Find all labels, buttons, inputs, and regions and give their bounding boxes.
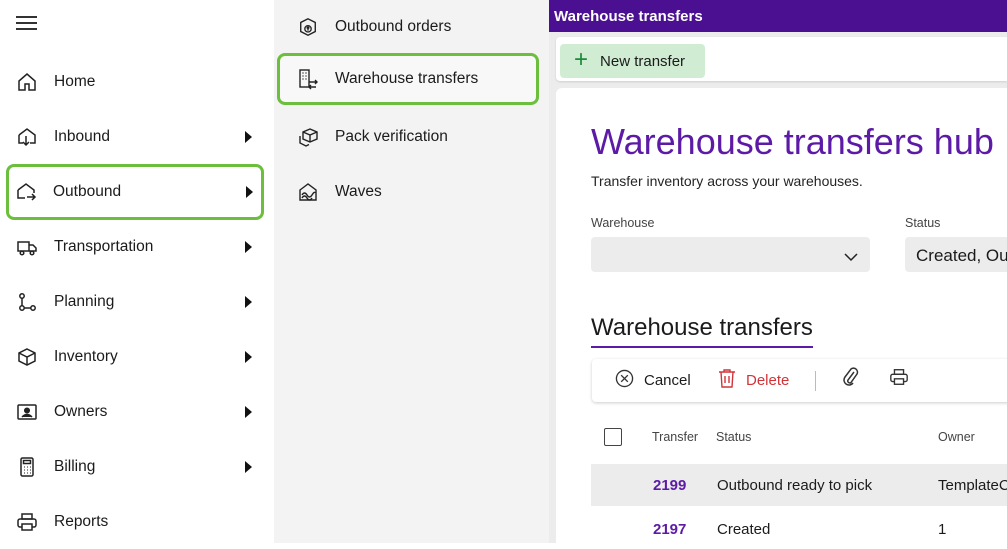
toolbar-divider [815, 371, 816, 391]
new-transfer-label: New transfer [600, 52, 686, 70]
sub-navigation: Outbound orders Warehouse transfers Pack… [274, 0, 549, 543]
status-dropdown-value: Created, Ou [916, 246, 1007, 265]
delete-label: Delete [746, 372, 790, 389]
cancel-label: Cancel [644, 372, 691, 389]
waves-icon [286, 181, 330, 203]
subnav-item-label: Waves [335, 183, 382, 200]
caret-right-icon [245, 241, 252, 253]
transfer-id-link[interactable]: 2199 [653, 477, 686, 494]
planning-icon [10, 291, 44, 313]
cancel-circle-icon [615, 369, 634, 393]
column-header-transfer[interactable]: Transfer [652, 430, 698, 444]
nav-item-label: Owners [54, 403, 108, 420]
nav-item-reports[interactable]: Reports [10, 498, 260, 546]
nav-item-label: Inventory [54, 348, 118, 365]
box-icon [10, 346, 44, 368]
building-transfer-icon [286, 68, 330, 90]
nav-item-label: Outbound [53, 183, 122, 200]
chevron-down-icon [844, 249, 858, 267]
print-button[interactable] [889, 358, 909, 401]
contact-card-icon [10, 401, 44, 423]
attach-button[interactable] [842, 358, 860, 401]
outbound-icon [9, 181, 43, 203]
nav-item-outbound[interactable]: Outbound [6, 164, 264, 220]
table-row[interactable]: 2199 Outbound ready to pick TemplateC [591, 464, 1007, 506]
print-icon [10, 511, 44, 533]
caret-right-icon [245, 131, 252, 143]
nav-item-label: Inbound [54, 128, 111, 145]
nav-item-home[interactable]: Home [10, 58, 260, 106]
page-subtitle: Transfer inventory across your warehouse… [591, 173, 863, 189]
nav-item-transportation[interactable]: Transportation [10, 223, 260, 271]
status-filter-label: Status [905, 216, 941, 230]
caret-right-icon [245, 406, 252, 418]
owner-cell: 1 [938, 521, 947, 538]
new-transfer-button[interactable]: + New transfer [560, 44, 705, 78]
owner-cell: TemplateC [938, 477, 1007, 494]
subnav-item-pack-verification[interactable]: Pack verification [280, 114, 538, 160]
nav-item-label: Home [54, 73, 96, 90]
truck-icon [10, 236, 44, 258]
nav-item-billing[interactable]: Billing [10, 443, 260, 491]
column-header-status[interactable]: Status [716, 430, 751, 444]
plus-icon: + [574, 45, 589, 73]
paperclip-icon [842, 367, 860, 392]
status-cell: Outbound ready to pick [717, 477, 873, 494]
nav-item-owners[interactable]: Owners [10, 388, 260, 436]
nav-item-label: Reports [54, 513, 109, 530]
nav-item-inventory[interactable]: Inventory [10, 333, 260, 381]
status-cell: Created [717, 521, 771, 538]
nav-item-inbound[interactable]: Inbound [10, 113, 260, 161]
inbound-icon [10, 126, 44, 148]
select-all-checkbox[interactable] [604, 428, 622, 446]
warehouse-dropdown[interactable] [591, 237, 870, 272]
home-icon [10, 71, 44, 93]
print-icon [889, 367, 909, 392]
subnav-item-label: Pack verification [335, 128, 448, 145]
subnav-item-label: Warehouse transfers [335, 70, 479, 87]
page-title: Warehouse transfers hub [591, 121, 994, 162]
caret-right-icon [245, 296, 252, 308]
caret-right-icon [245, 461, 252, 473]
subnav-item-label: Outbound orders [335, 18, 452, 35]
column-header-owner[interactable]: Owner [938, 430, 975, 444]
status-dropdown[interactable]: Created, Ou [905, 237, 1007, 272]
subnav-item-outbound-orders[interactable]: Outbound orders [280, 4, 538, 50]
section-title: Warehouse transfers [591, 314, 813, 348]
page-header-bar: Warehouse transfers [549, 0, 1007, 32]
warehouse-filter-label: Warehouse [591, 216, 655, 230]
cancel-button[interactable]: Cancel [615, 359, 691, 402]
package-upload-icon [286, 17, 330, 37]
hamburger-menu-icon[interactable] [16, 13, 38, 33]
nav-item-label: Planning [54, 293, 115, 310]
caret-right-icon [246, 186, 253, 198]
delete-button[interactable]: Delete [718, 359, 789, 402]
left-navigation: Home Inbound Outbound Transportation Pla… [0, 0, 274, 543]
nav-item-label: Billing [54, 458, 96, 475]
packages-icon [286, 126, 330, 148]
subnav-item-waves[interactable]: Waves [280, 169, 538, 215]
trash-icon [718, 368, 736, 393]
nav-item-planning[interactable]: Planning [10, 278, 260, 326]
caret-right-icon [245, 351, 252, 363]
calculator-icon [10, 456, 44, 478]
nav-item-label: Transportation [54, 238, 154, 255]
subnav-item-warehouse-transfers[interactable]: Warehouse transfers [277, 53, 539, 105]
page-header-title: Warehouse transfers [554, 7, 703, 25]
transfer-id-link[interactable]: 2197 [653, 521, 686, 538]
